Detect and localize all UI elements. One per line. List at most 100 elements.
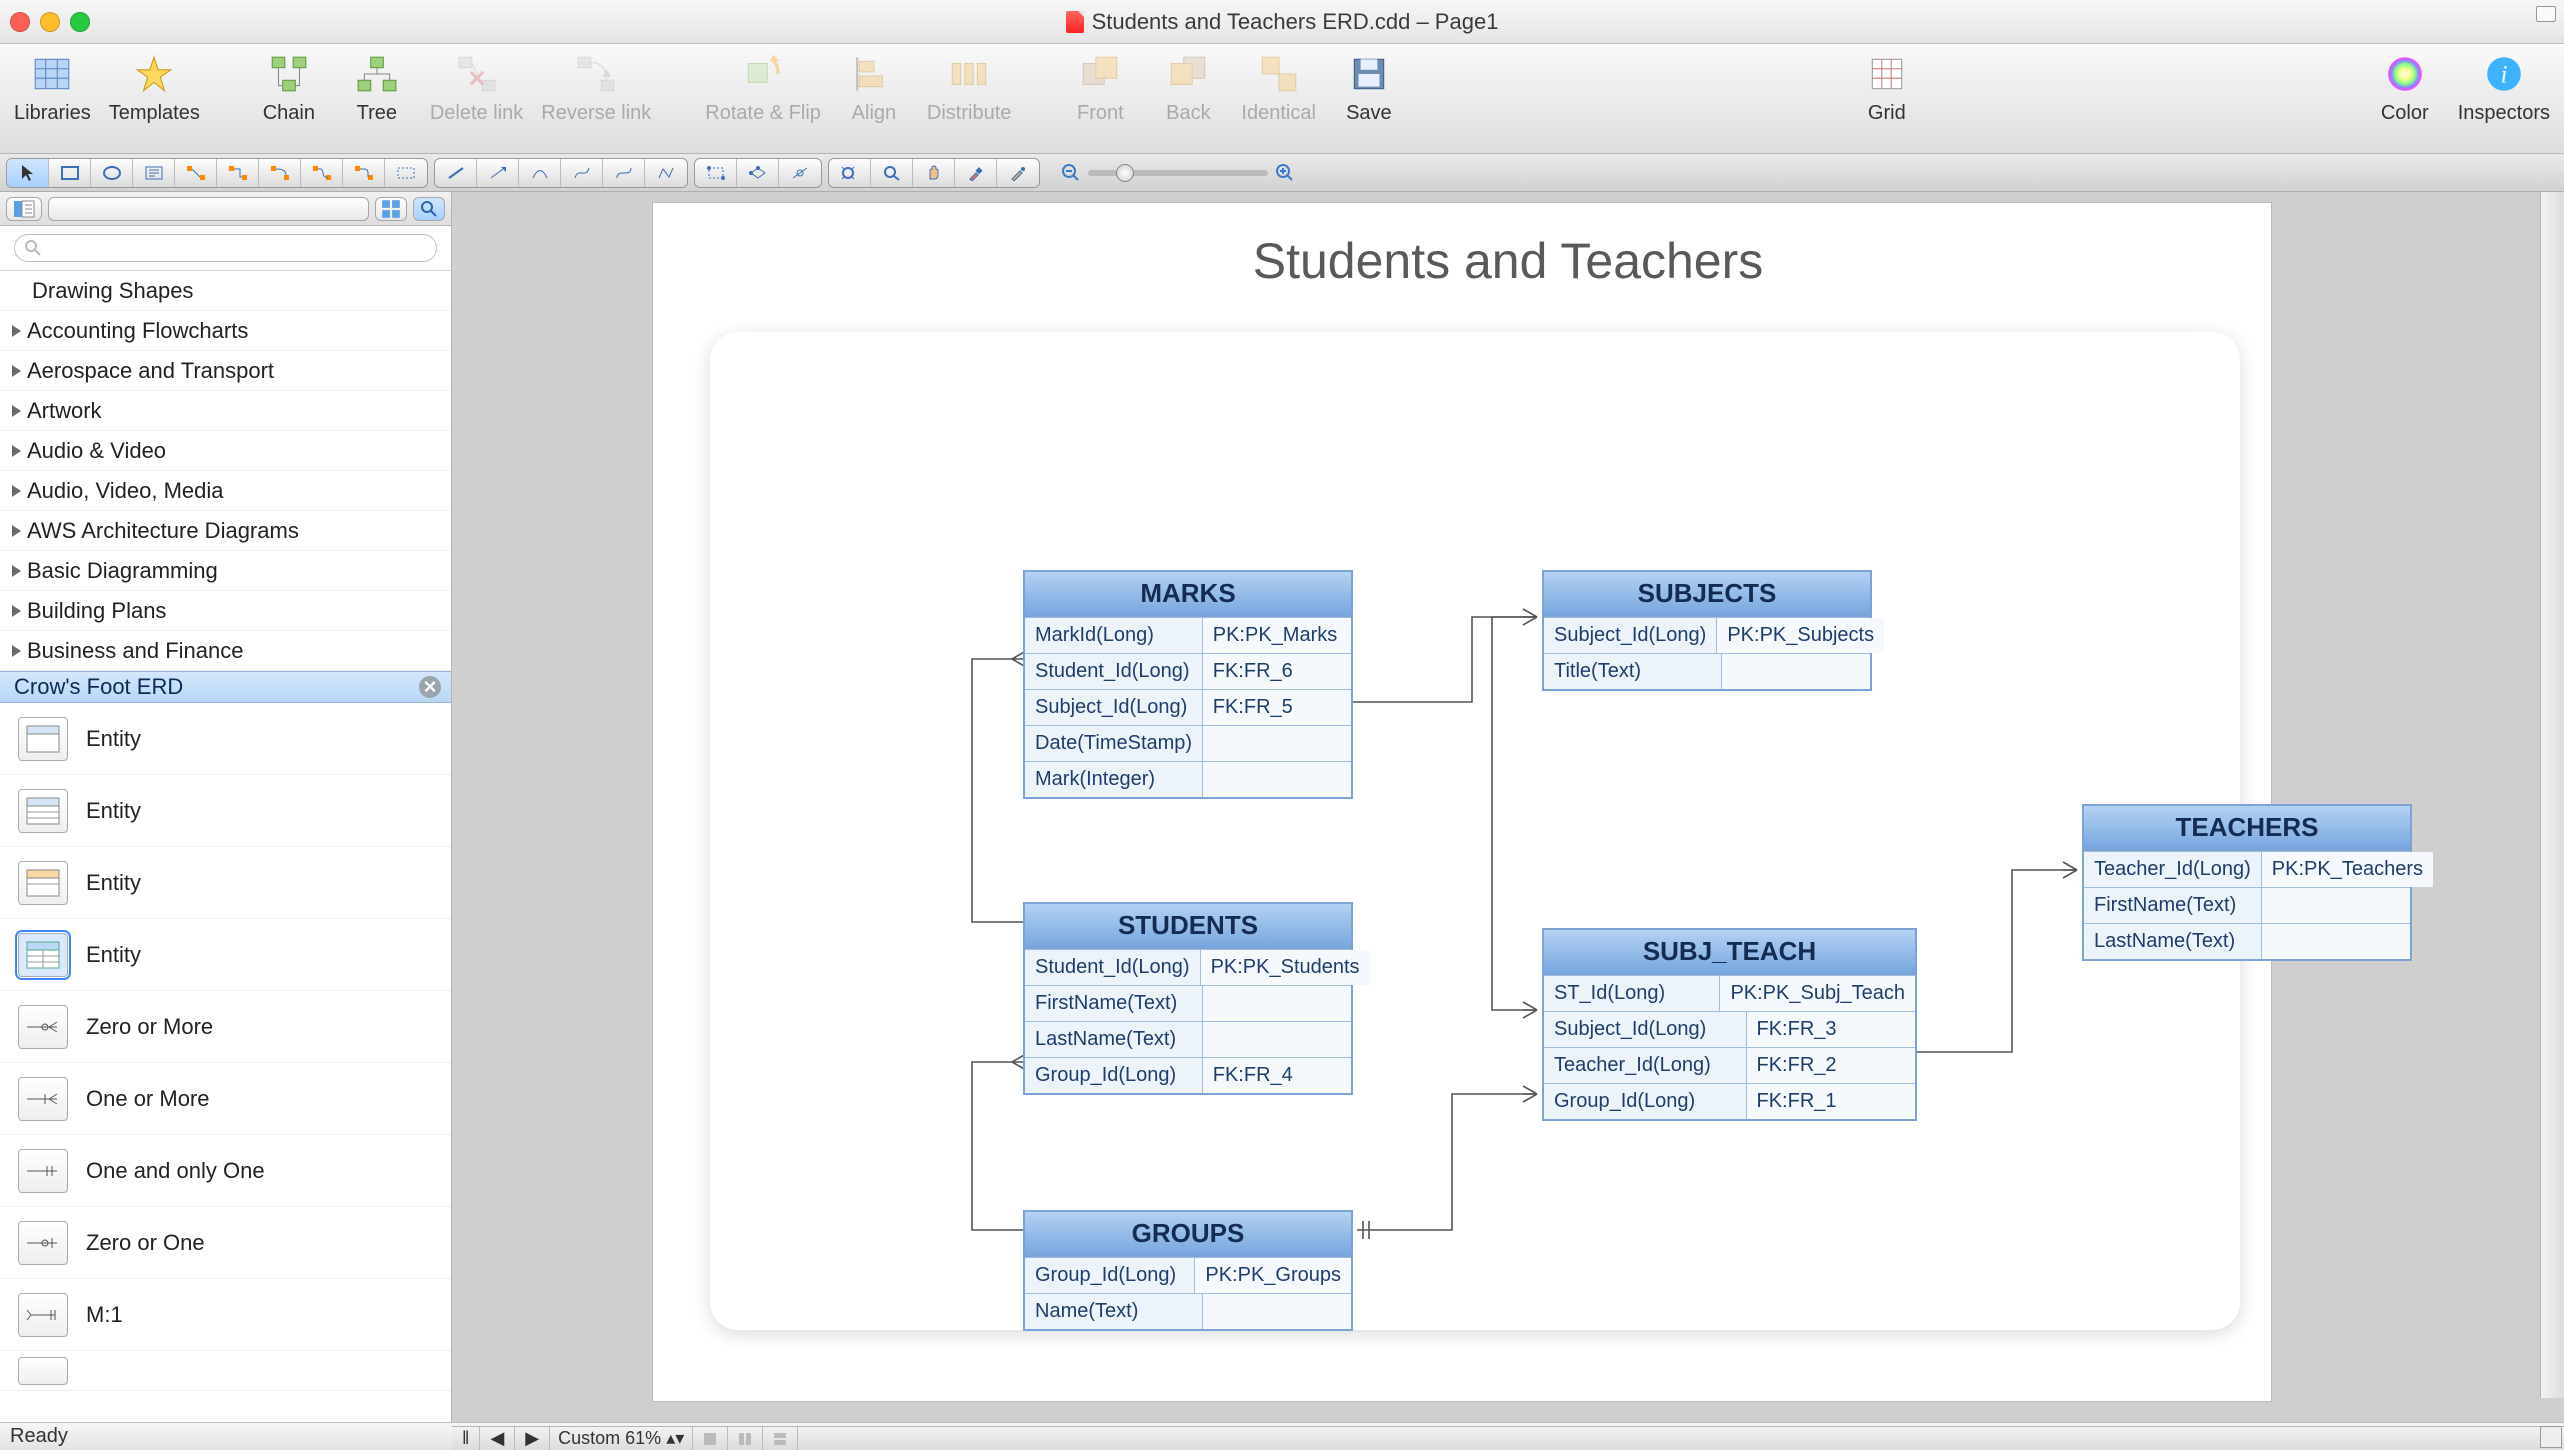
edit-points-tool[interactable] [737, 159, 779, 187]
bezier-connector-tool[interactable] [301, 159, 343, 187]
shape-item[interactable]: One or More [0, 1063, 451, 1135]
view-mode-3[interactable] [763, 1427, 798, 1450]
library-category[interactable]: Drawing Shapes [0, 271, 451, 311]
direct-connector-tool[interactable] [175, 159, 217, 187]
library-category[interactable]: Artwork [0, 391, 451, 431]
shape-item[interactable]: Entity [0, 919, 451, 991]
library-category[interactable]: Basic Diagramming [0, 551, 451, 591]
entity-marks[interactable]: MARKS MarkId(Long)PK:PK_Marks Student_Id… [1023, 570, 1353, 799]
eyedropper-tool[interactable] [955, 159, 997, 187]
toolbar-collapse-button[interactable] [2536, 6, 2556, 22]
entity-subjects[interactable]: SUBJECTS Subject_Id(Long)PK:PK_Subjects … [1542, 570, 1872, 691]
color-button[interactable]: Color [2370, 50, 2440, 125]
edit-connectors-tool[interactable] [779, 159, 821, 187]
align-label: Align [852, 102, 896, 125]
zoom-fit-tool[interactable] [829, 159, 871, 187]
entity-header: SUBJECTS [1544, 572, 1870, 617]
edit-segments-tool[interactable] [695, 159, 737, 187]
sidebar-search-input[interactable] [49, 201, 368, 217]
canvas-area[interactable]: Students and Teachers [452, 192, 2564, 1422]
library-category[interactable]: Audio & Video [0, 431, 451, 471]
tree-button[interactable]: Tree [342, 50, 412, 125]
round-connector-tool[interactable] [343, 159, 385, 187]
zoom-combo[interactable]: Custom 61% ▴▾ [550, 1427, 693, 1450]
library-search-field[interactable] [14, 234, 437, 262]
vertical-scrollbar[interactable] [2540, 192, 2564, 1398]
library-category[interactable]: Audio, Video, Media [0, 471, 451, 511]
reverse-link-button[interactable]: Reverse link [541, 50, 651, 125]
format-painter-tool[interactable] [997, 159, 1039, 187]
bezier-tool[interactable] [603, 159, 645, 187]
rectangle-tool[interactable] [49, 159, 91, 187]
spline-tool-2[interactable] [561, 159, 603, 187]
library-category[interactable]: Aerospace and Transport [0, 351, 451, 391]
shapes-list[interactable]: Entity Entity Entity Entity Zero or More… [0, 703, 451, 1422]
entity-header: SUBJ_TEACH [1544, 930, 1915, 975]
zoom-in-icon[interactable] [1274, 162, 1296, 184]
entity-header: GROUPS [1025, 1212, 1351, 1257]
ellipse-tool[interactable] [91, 159, 133, 187]
polyline-tool[interactable] [645, 159, 687, 187]
prev-page-button[interactable]: ◀ [480, 1427, 515, 1450]
hand-tool[interactable] [913, 159, 955, 187]
shape-item[interactable] [0, 1351, 451, 1391]
shape-item[interactable]: Entity [0, 847, 451, 919]
library-category[interactable]: Building Plans [0, 591, 451, 631]
view-mode-2[interactable] [728, 1427, 763, 1450]
libraries-button[interactable]: Libraries [14, 50, 91, 125]
shape-item[interactable]: Entity [0, 703, 451, 775]
arc-tool[interactable] [519, 159, 561, 187]
shape-item[interactable]: Zero or More [0, 991, 451, 1063]
entity-subj-teach[interactable]: SUBJ_TEACH ST_Id(Long)PK:PK_Subj_Teach S… [1542, 928, 1917, 1121]
chain-button[interactable]: Chain [254, 50, 324, 125]
selected-library-header[interactable]: Crow's Foot ERD × [0, 671, 451, 703]
library-search-input[interactable] [47, 241, 426, 256]
spline-tool[interactable] [385, 159, 427, 187]
shape-item[interactable]: One and only One [0, 1135, 451, 1207]
zoom-track[interactable] [1088, 170, 1268, 176]
grid-button[interactable]: Grid [1852, 50, 1922, 125]
smart-connector-tool[interactable] [217, 159, 259, 187]
resize-corner[interactable] [2540, 1426, 2562, 1448]
library-panel-toggle[interactable] [6, 197, 42, 221]
text-tool[interactable] [133, 159, 175, 187]
one-or-more-icon [18, 1077, 68, 1121]
shape-item[interactable]: Zero or One [0, 1207, 451, 1279]
front-button[interactable]: Front [1065, 50, 1135, 125]
align-button[interactable]: Align [839, 50, 909, 125]
library-category-list[interactable]: Drawing Shapes Accounting Flowcharts Aer… [0, 271, 451, 671]
shape-item[interactable]: Entity [0, 775, 451, 847]
sidebar-search-toggle[interactable] [413, 197, 445, 221]
identical-button[interactable]: Identical [1241, 50, 1316, 125]
next-page-button[interactable]: ▶ [515, 1427, 550, 1450]
sidebar-grid-view[interactable] [375, 197, 407, 221]
library-category[interactable]: AWS Architecture Diagrams [0, 511, 451, 551]
expand-icon [12, 445, 21, 457]
sidebar: Drawing Shapes Accounting Flowcharts Aer… [0, 192, 452, 1422]
inspectors-button[interactable]: i Inspectors [2458, 50, 2550, 125]
arrow-line-tool[interactable] [477, 159, 519, 187]
delete-link-button[interactable]: Delete link [430, 50, 523, 125]
distribute-button[interactable]: Distribute [927, 50, 1011, 125]
back-button[interactable]: Back [1153, 50, 1223, 125]
split-toggle[interactable]: ‖ [452, 1427, 480, 1450]
zoom-out-icon[interactable] [1060, 162, 1082, 184]
sidebar-search[interactable] [48, 197, 369, 221]
library-category[interactable]: Accounting Flowcharts [0, 311, 451, 351]
zoom-tool[interactable] [871, 159, 913, 187]
close-library-icon[interactable]: × [419, 676, 441, 698]
shape-item[interactable]: M:1 [0, 1279, 451, 1351]
entity-teachers[interactable]: TEACHERS Teacher_Id(Long)PK:PK_Teachers … [2082, 804, 2412, 961]
zoom-knob[interactable] [1116, 164, 1134, 182]
library-category[interactable]: Business and Finance [0, 631, 451, 671]
arc-connector-tool[interactable] [259, 159, 301, 187]
zero-or-more-icon [18, 1005, 68, 1049]
line-tool[interactable] [435, 159, 477, 187]
view-mode-1[interactable] [693, 1427, 728, 1450]
rotate-flip-button[interactable]: Rotate & Flip [705, 50, 821, 125]
save-button[interactable]: Save [1334, 50, 1404, 125]
entity-groups[interactable]: GROUPS Group_Id(Long)PK:PK_Groups Name(T… [1023, 1210, 1353, 1331]
pointer-tool[interactable] [7, 159, 49, 187]
entity-students[interactable]: STUDENTS Student_Id(Long)PK:PK_Students … [1023, 902, 1353, 1095]
templates-button[interactable]: Templates [109, 50, 200, 125]
